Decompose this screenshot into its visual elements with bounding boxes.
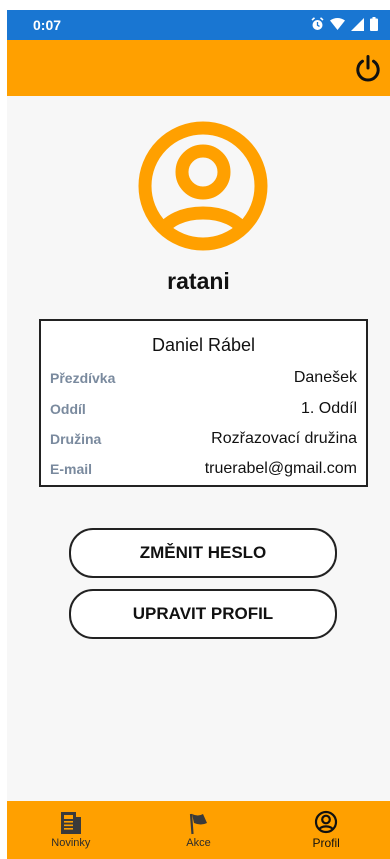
phone-screen: 0:07 ratani Daniel Rábel Přezdívka Daneš… (7, 10, 390, 859)
power-icon[interactable] (352, 53, 384, 85)
profile-card: Daniel Rábel Přezdívka Danešek Oddíl 1. … (39, 319, 368, 487)
status-bar: 0:07 (7, 10, 390, 40)
field-value: Rozřazovací družina (211, 430, 357, 447)
field-label: E-mail (50, 461, 93, 477)
field-value: 1. Oddíl (300, 400, 357, 417)
field-value: Danešek (293, 369, 357, 386)
username: ratani (167, 268, 230, 294)
field-label: Přezdívka (50, 370, 116, 386)
field-row-unit: Oddíl 1. Oddíl (50, 398, 357, 420)
signal-icon (351, 17, 364, 31)
flag-icon (189, 813, 207, 835)
field-row-squad: Družina Rozřazovací družina (50, 428, 357, 450)
wifi-icon (330, 18, 345, 30)
field-row-nickname: Přezdívka Danešek (50, 367, 357, 389)
nav-label: Profil (312, 836, 340, 850)
edit-profile-button[interactable]: UPRAVIT PROFIL (69, 589, 337, 639)
bottom-navigation: Novinky Akce Profil (7, 801, 390, 859)
profile-icon (315, 810, 338, 834)
nav-item-novinky[interactable]: Novinky (7, 801, 135, 859)
field-value: truerabel@gmail.com (204, 460, 357, 477)
field-label: Družina (50, 431, 102, 447)
app-bar (7, 40, 390, 96)
battery-icon (370, 17, 378, 31)
field-row-email: E-mail truerabel@gmail.com (50, 458, 357, 480)
full-name: Daniel Rábel (151, 335, 256, 355)
nav-label: Akce (186, 837, 211, 849)
nav-label: Novinky (51, 837, 91, 849)
avatar-icon (138, 121, 268, 251)
alarm-icon (311, 17, 324, 30)
status-time: 0:07 (33, 17, 62, 33)
newspaper-icon (60, 812, 81, 834)
nav-item-profil[interactable]: Profil (262, 801, 390, 859)
nav-item-akce[interactable]: Akce (135, 801, 263, 859)
change-password-button[interactable]: ZMĚNIT HESLO (69, 528, 337, 578)
field-label: Oddíl (50, 401, 86, 417)
status-icons (311, 17, 378, 31)
